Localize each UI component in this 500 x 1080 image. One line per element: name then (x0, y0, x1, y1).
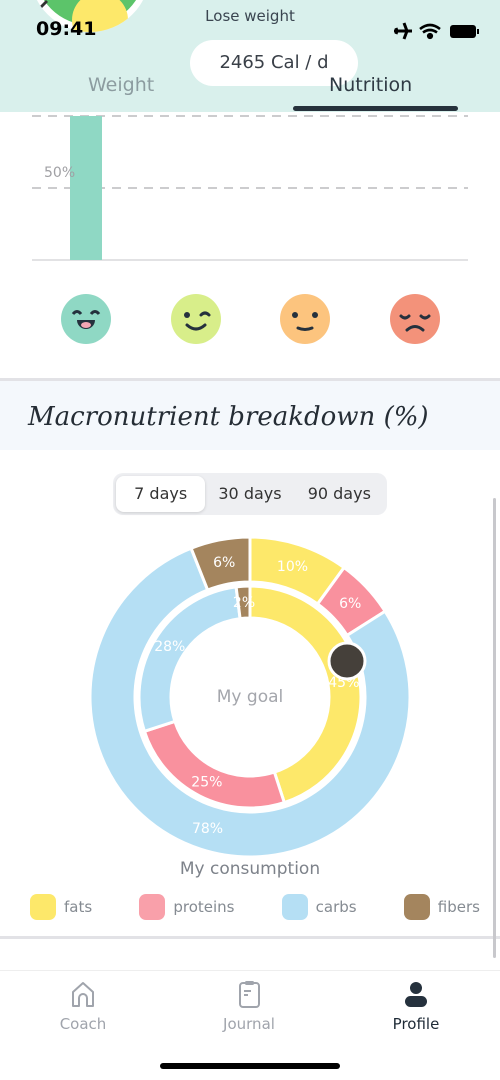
range-selector: 7 days 30 days 90 days (113, 473, 387, 515)
wifi-icon (419, 23, 441, 40)
range-30-days[interactable]: 30 days (205, 476, 294, 512)
data-label: 78% (192, 821, 223, 837)
nav-coach[interactable]: Coach (23, 979, 143, 1033)
bar-very-happy (70, 116, 102, 260)
header: 09:41 Lose weight 2465 Cal / d Weight Nu… (0, 0, 500, 112)
range-7-days[interactable]: 7 days (116, 476, 206, 512)
mood-chart: 50% (32, 115, 468, 344)
data-label: 2% (233, 595, 255, 611)
data-label: 25% (191, 775, 222, 791)
legend-proteins: proteins (139, 894, 234, 920)
nav-journal[interactable]: Journal (189, 979, 309, 1033)
data-label: 6% (339, 596, 361, 612)
status-icons (394, 22, 479, 40)
legend-fibers: fibers (403, 894, 480, 920)
legend-carbs: carbs (281, 894, 357, 920)
tab-indicator (293, 106, 458, 111)
face-sad-icon (390, 294, 440, 344)
nav-profile[interactable]: Profile (356, 979, 476, 1033)
scrollbar[interactable] (493, 498, 496, 958)
face-neutral-icon (280, 294, 330, 344)
data-label: 28% (154, 639, 185, 655)
outer-label: My consumption (180, 859, 320, 879)
legend: fats proteins carbs fibers (30, 894, 480, 920)
range-90-days[interactable]: 90 days (295, 476, 384, 512)
airplane-icon (394, 22, 412, 40)
home-indicator (160, 1063, 340, 1069)
person-icon (405, 982, 427, 1007)
inner-label: My goal (217, 687, 283, 707)
drag-handle (327, 641, 367, 681)
clipboard-icon (239, 981, 260, 1008)
divider (0, 936, 500, 939)
face-very-happy-icon (61, 294, 111, 344)
legend-fats: fats (30, 894, 92, 920)
tick-label-50: 50% (44, 165, 75, 181)
tab-nutrition[interactable]: Nutrition (329, 74, 412, 96)
face-happy-icon (171, 294, 221, 344)
section-title: Macronutrient breakdown (%) (0, 378, 500, 450)
data-label: 10% (277, 559, 308, 575)
macro-donut-chart: 10%6%78%6%45%25%28%2%My goalMy consumpti… (88, 535, 412, 879)
home-icon (72, 982, 94, 1007)
tab-weight[interactable]: Weight (88, 74, 154, 96)
data-label: 6% (213, 555, 235, 571)
battery-icon (450, 25, 476, 38)
